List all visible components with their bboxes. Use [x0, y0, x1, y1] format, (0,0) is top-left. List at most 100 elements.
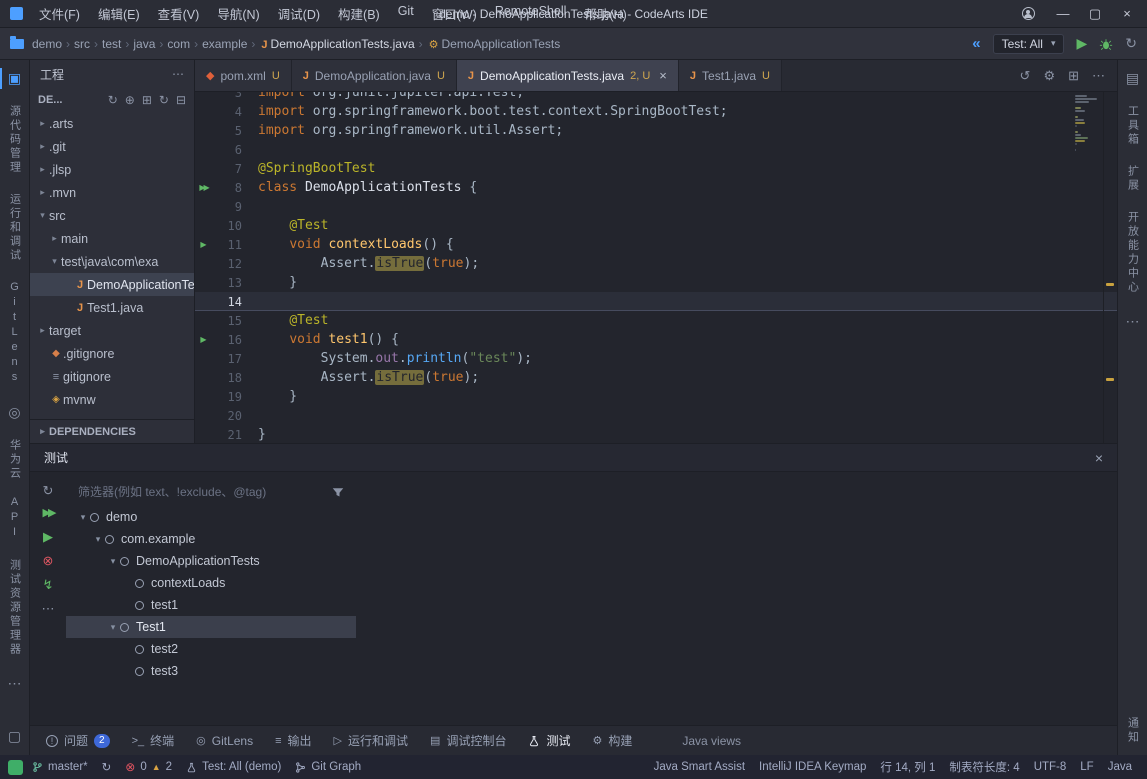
code-line[interactable]: 3import org.junit.jupiter.api.Test; — [195, 92, 1117, 102]
menu-item[interactable]: Git — [390, 1, 422, 26]
test-tree-item[interactable]: test1 — [66, 594, 356, 616]
explorer-item[interactable]: JDemoApplicationTests.java — [30, 273, 194, 296]
panel-tab-problems[interactable]: !问题2 — [46, 732, 110, 749]
code-line[interactable]: ▶11 void contextLoads() { — [195, 235, 1117, 254]
status-item[interactable]: Java — [1101, 761, 1139, 773]
explorer-root-row[interactable]: DE... ↻⊕⊞↻⊟ — [30, 88, 194, 112]
explorer-item[interactable]: ▸.git — [30, 135, 194, 158]
code-line[interactable]: 21} — [195, 425, 1117, 443]
code-line[interactable]: 17 System.out.println("test"); — [195, 349, 1117, 368]
status-item[interactable]: UTF-8 — [1027, 761, 1074, 773]
breadcrumb-symbol[interactable]: ⚙DemoApplicationTests — [427, 37, 561, 51]
activity-item-open-capability-center[interactable]: 开放能力中心 — [1118, 209, 1147, 297]
code-line[interactable]: 10 @Test — [195, 216, 1117, 235]
panel-tab-gitlens[interactable]: ◎GitLens — [196, 734, 253, 748]
run-all-tests-icon[interactable]: ▶▶ — [43, 508, 54, 519]
refresh-icon[interactable]: ↻ — [159, 93, 169, 107]
coverage-icon[interactable]: ↯ — [43, 578, 54, 591]
git-branch-item[interactable]: master* — [25, 761, 95, 773]
restart-button[interactable]: ↻ — [1125, 35, 1137, 52]
code-editor[interactable]: 3import org.junit.jupiter.api.Test;4impo… — [195, 92, 1117, 443]
test-tree-item[interactable]: ▾com.example — [66, 528, 356, 550]
test-tree-item[interactable]: ▾demo — [66, 506, 356, 528]
breadcrumb-item[interactable]: test — [102, 37, 121, 51]
debug-all-tests-icon[interactable]: ▶ — [43, 530, 53, 543]
panel-tab-output[interactable]: ≡输出 — [275, 732, 311, 749]
filter-icon[interactable] — [332, 486, 344, 498]
java-views-label[interactable]: Java views — [682, 734, 741, 748]
more-actions-icon[interactable]: ⋯ — [42, 602, 55, 615]
explorer-item[interactable]: ▸.arts — [30, 112, 194, 135]
account-icon[interactable] — [1022, 7, 1035, 20]
status-item[interactable]: IntelliJ IDEA Keymap — [752, 761, 873, 773]
maximize-button[interactable]: ▢ — [1081, 3, 1109, 25]
breadcrumb-file[interactable]: JDemoApplicationTests.java — [259, 37, 414, 51]
activity-item-scm[interactable]: 源代码管理 — [0, 103, 29, 177]
status-item[interactable]: Java Smart Assist — [647, 761, 752, 773]
code-line[interactable]: 15 @Test — [195, 311, 1117, 330]
sync-button[interactable]: ↻ — [95, 760, 119, 774]
activity-item-test-explorer[interactable]: 测试资源管理器 — [0, 557, 29, 659]
activity-item-more-views[interactable]: ⋯ — [0, 673, 29, 694]
code-line[interactable]: 4import org.springframework.boot.test.co… — [195, 102, 1117, 121]
status-item[interactable]: 制表符长度: 4 — [942, 759, 1026, 775]
dependencies-section[interactable]: ▸ DEPENDENCIES — [30, 419, 194, 443]
explorer-item[interactable]: ◈mvnw — [30, 388, 194, 411]
breadcrumb-item[interactable]: java — [133, 37, 155, 51]
activity-item-huawei-cloud[interactable]: ◎ — [0, 402, 29, 423]
run-test-icon[interactable]: ▶ — [195, 240, 212, 249]
menu-item[interactable]: 查看(V) — [150, 1, 208, 26]
panel-tab-test[interactable]: 测试 — [528, 732, 570, 749]
code-line[interactable]: 13 } — [195, 273, 1117, 292]
debug-button[interactable] — [1099, 37, 1113, 51]
new-folder-icon[interactable]: ⊞ — [142, 93, 152, 107]
collapse-all-icon[interactable]: ⊟ — [176, 93, 186, 107]
run-test-icon[interactable]: ▶ — [195, 335, 212, 344]
panel-tab-run-debug[interactable]: ▷运行和调试 — [334, 732, 408, 749]
clear-test-results-icon[interactable]: ⊗ — [43, 554, 54, 567]
status-item[interactable]: LF — [1073, 761, 1100, 773]
refresh-tests-icon[interactable]: ↻ — [43, 484, 54, 497]
code-line[interactable]: 9 — [195, 197, 1117, 216]
code-line[interactable]: ▶16 void test1() { — [195, 330, 1117, 349]
editor-tab[interactable]: JTest1.javaU — [679, 60, 782, 91]
editor-tab[interactable]: JDemoApplication.javaU — [292, 60, 457, 91]
panel-tab-debug-console[interactable]: ▤调试控制台 — [430, 732, 506, 749]
code-line[interactable]: ▶▶8class DemoApplicationTests { — [195, 178, 1117, 197]
run-config-select[interactable]: Test: All ▾ — [993, 34, 1065, 54]
editor-tab[interactable]: ◆pom.xmlU — [195, 60, 292, 91]
activity-item-remote-terminal[interactable]: ▢ — [0, 726, 29, 747]
test-status-item[interactable]: Test: All (demo) — [179, 761, 288, 773]
test-tree-item[interactable]: test2 — [66, 638, 356, 660]
remote-indicator-icon[interactable] — [8, 760, 23, 775]
status-item[interactable]: 行 14, 列 1 — [873, 759, 942, 775]
explorer-item[interactable]: ◆.gitignore — [30, 342, 194, 365]
code-line[interactable]: 6 — [195, 140, 1117, 159]
close-button[interactable]: × — [1113, 3, 1141, 25]
overview-ruler[interactable] — [1103, 92, 1117, 443]
activity-item-run-and-debug[interactable]: 运行和调试 — [0, 191, 29, 265]
timeline-icon[interactable]: ↺ — [1020, 68, 1031, 84]
close-tab-icon[interactable]: × — [659, 68, 667, 83]
run-test-icon[interactable]: ▶▶ — [195, 183, 212, 192]
panel-tab-build[interactable]: ⚙构建 — [592, 732, 632, 749]
activity-item-toolbox[interactable]: ▤ — [1118, 68, 1147, 89]
code-line[interactable]: 19 } — [195, 387, 1117, 406]
explorer-item[interactable]: ▸.jlsp — [30, 158, 194, 181]
close-panel-icon[interactable]: × — [1095, 450, 1103, 466]
editor-tab[interactable]: JDemoApplicationTests.java2, U× — [457, 60, 679, 91]
activity-item-huawei-cloud-api[interactable]: 华为云 API — [0, 437, 29, 543]
run-settings-icon[interactable]: ⚙ — [1043, 68, 1055, 84]
breadcrumb-item[interactable]: example — [202, 37, 247, 51]
menu-item[interactable]: 编辑(E) — [90, 1, 148, 26]
code-line[interactable]: 7@SpringBootTest — [195, 159, 1117, 178]
activity-item-project[interactable]: ▣ — [0, 68, 29, 89]
minimap[interactable] — [1075, 95, 1099, 152]
panel-tab-terminal[interactable]: >_终端 — [132, 732, 175, 749]
git-graph-item[interactable]: Git Graph — [288, 761, 368, 773]
breadcrumb-item[interactable]: src — [74, 37, 90, 51]
new-file-icon[interactable]: ⊕ — [125, 93, 135, 107]
more-actions-icon[interactable]: ⋯ — [172, 67, 184, 81]
explorer-item[interactable]: ▾src — [30, 204, 194, 227]
breadcrumb-item[interactable]: demo — [32, 37, 62, 51]
